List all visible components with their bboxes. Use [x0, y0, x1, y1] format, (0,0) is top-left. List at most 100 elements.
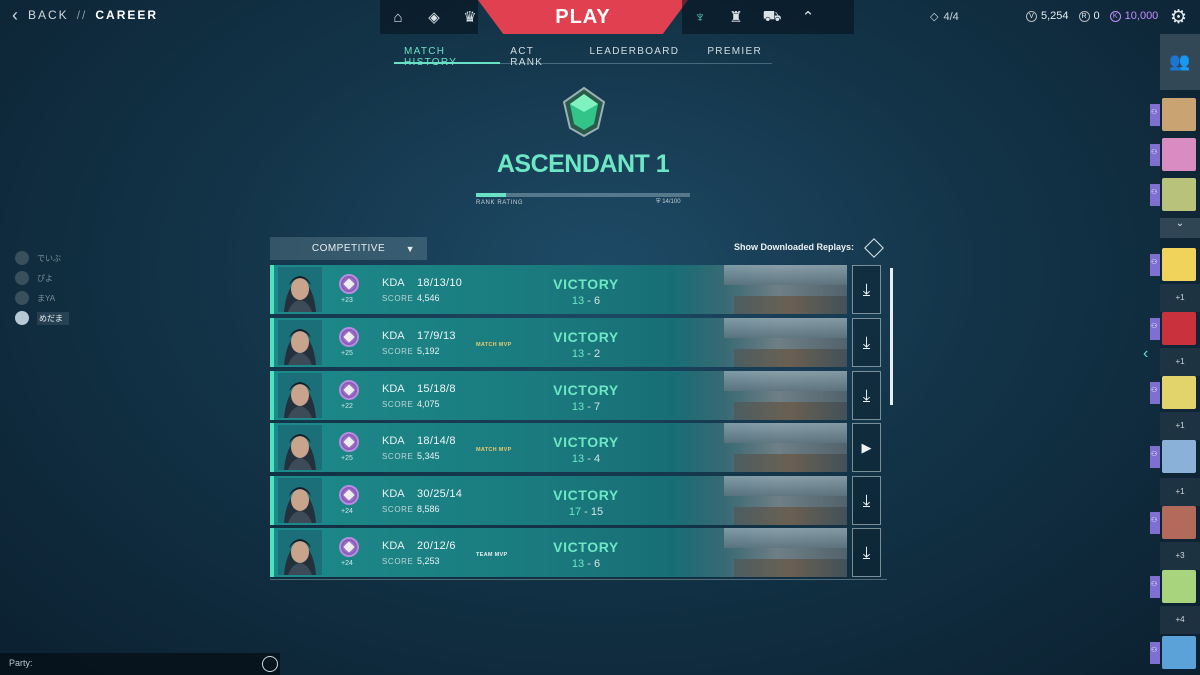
chevron-left-icon: ‹ [12, 5, 20, 25]
score-dash: - [587, 453, 594, 465]
final-score: 17 - 15 [544, 506, 628, 518]
kda-value: 18/14/8 [417, 435, 456, 447]
friend-item[interactable]: めだま [15, 308, 69, 328]
tab-premier[interactable]: PREMIER [693, 44, 772, 64]
match-row[interactable]: +23 KDA 18/13/10 SCORE 4,546 VICTORY 13 … [270, 265, 847, 314]
score-value: 4,075 [417, 399, 440, 409]
friend-item[interactable]: まYA [15, 288, 69, 308]
download-replay-button[interactable]: ⤓ [852, 371, 881, 420]
rail-plus-count: +1 [1160, 478, 1200, 506]
rail-collapse-chevron-icon[interactable]: ⌄ [1160, 218, 1200, 238]
back-button[interactable]: ‹ BACK // CAREER [12, 5, 158, 25]
mvp-badge: TEAM MVP [476, 552, 508, 558]
rail-friend-avatar[interactable] [1150, 374, 1200, 411]
download-replay-button[interactable]: ⤓ [852, 265, 881, 314]
rail-friend-avatar[interactable] [1150, 310, 1200, 347]
store-icon[interactable]: ⛟ [754, 0, 790, 34]
rail-friend-avatar[interactable] [1150, 96, 1200, 133]
radianite-balance[interactable]: R 0 [1078, 10, 1100, 22]
match-result: VICTORY [553, 539, 619, 555]
kingdom-credits-icon: K [1109, 10, 1121, 22]
tab-match-history[interactable]: MATCH HISTORY [394, 44, 501, 68]
team-score: 17 [568, 506, 582, 518]
agents-icon[interactable]: ◈ [416, 0, 452, 34]
map-sky [724, 265, 847, 285]
match-row[interactable]: +25 KDA 17/9/13 SCORE 5,192 MATCH MVP VI… [270, 318, 847, 367]
play-button[interactable]: PLAY [478, 0, 688, 34]
breadcrumb-separator: // [76, 8, 88, 22]
currency-display: V 5,254 R 0 K 10,000 [1026, 10, 1158, 22]
agent-portrait [278, 267, 322, 312]
party-tag-icon [1150, 144, 1160, 166]
match-row[interactable]: +24 KDA 20/12/6 SCORE 5,253 TEAM MVP VIC… [270, 528, 847, 577]
download-icon: ⤓ [862, 490, 871, 510]
chevron-left-icon[interactable]: ‹ [1143, 345, 1148, 363]
rail-friend-avatar[interactable] [1150, 136, 1200, 173]
tab-leaderboard[interactable]: LEADERBOARD [575, 44, 693, 64]
queue-mode-dropdown[interactable]: COMPETITIVE ▼ [270, 237, 427, 260]
final-score: 13 - 6 [544, 295, 628, 307]
score-label: SCORE [382, 557, 414, 566]
friend-item[interactable]: ぴよ [15, 268, 69, 288]
enemy-score: 15 [590, 506, 604, 518]
kingdom-credits-balance[interactable]: K 10,000 [1109, 10, 1158, 22]
enemy-score: 2 [593, 348, 601, 360]
match-row[interactable]: +24 KDA 30/25/14 SCORE 8,586 VICTORY 17 … [270, 476, 847, 525]
tab-act-rank[interactable]: ACT RANK [500, 44, 575, 68]
team-score: 13 [571, 348, 585, 360]
map-sky [724, 476, 847, 496]
career-icon[interactable]: ♆ [682, 0, 718, 34]
settings-gear-icon[interactable]: ⚙ [1170, 6, 1187, 29]
home-icon[interactable]: ⌂ [380, 0, 416, 34]
replays-toggle[interactable] [864, 238, 884, 258]
map-thumbnail [674, 265, 847, 314]
rank-icon[interactable]: ⌃ [790, 0, 826, 34]
battlepass-icon[interactable]: ♜ [718, 0, 754, 34]
match-row[interactable]: +22 KDA 15/18/8 SCORE 4,075 VICTORY 13 -… [270, 371, 847, 420]
score-dash: - [584, 506, 591, 518]
map-ground [734, 507, 847, 525]
map-thumbnail [674, 476, 847, 525]
enemy-score: 6 [593, 295, 601, 307]
match-row[interactable]: +25 KDA 18/14/8 SCORE 5,345 MATCH MVP VI… [270, 423, 847, 472]
download-replay-button[interactable]: ⤓ [852, 528, 881, 577]
social-rail: 👥 ⌄ +1 +1 +1 [1150, 34, 1200, 675]
party-tag-icon [1150, 104, 1160, 126]
map-sky [724, 423, 847, 443]
team-score: 13 [571, 295, 585, 307]
scrollbar-thumb[interactable] [890, 268, 893, 405]
team-score: 13 [571, 401, 585, 413]
agent-portrait [278, 478, 322, 523]
party-tag-icon [1150, 446, 1160, 468]
vp-balance[interactable]: V 5,254 [1026, 10, 1069, 22]
final-score: 13 - 6 [544, 558, 628, 570]
radianite-icon: R [1078, 10, 1090, 22]
score-dash: - [587, 295, 594, 307]
rail-plus-count: +3 [1160, 542, 1200, 570]
download-replay-button[interactable]: ⤓ [852, 318, 881, 367]
rail-friend-avatar[interactable] [1150, 246, 1200, 283]
rail-friend-avatar[interactable] [1150, 438, 1200, 475]
rail-friend-avatar[interactable] [1150, 568, 1200, 605]
chat-toggle-icon[interactable] [262, 656, 278, 672]
friend-name: ぴよ [37, 273, 53, 283]
mvp-badge: MATCH MVP [476, 342, 512, 348]
nav-right-group: ♆ ♜ ⛟ ⌃ [682, 0, 826, 34]
party-chat-input[interactable]: Party: [0, 653, 280, 675]
friends-icon[interactable]: 👥 [1160, 34, 1200, 90]
rail-friend-avatar[interactable] [1150, 504, 1200, 541]
friends-list: でいぶ ぴよ まYA めだま [15, 248, 69, 328]
rr-gain: +23 [341, 297, 353, 304]
rail-friend-avatar[interactable] [1150, 634, 1200, 671]
rank-rating-text: 14/100 [662, 199, 681, 205]
rail-friend-avatar[interactable] [1150, 176, 1200, 213]
map-thumbnail [674, 371, 847, 420]
map-thumbnail [674, 318, 847, 367]
play-replay-button[interactable]: ▶ [852, 423, 881, 472]
map-ground [734, 402, 847, 420]
download-replay-button[interactable]: ⤓ [852, 476, 881, 525]
friend-avatar [15, 311, 29, 325]
avatar [1162, 440, 1196, 473]
download-icon: ⤓ [862, 385, 871, 405]
friend-item[interactable]: でいぶ [15, 248, 69, 268]
